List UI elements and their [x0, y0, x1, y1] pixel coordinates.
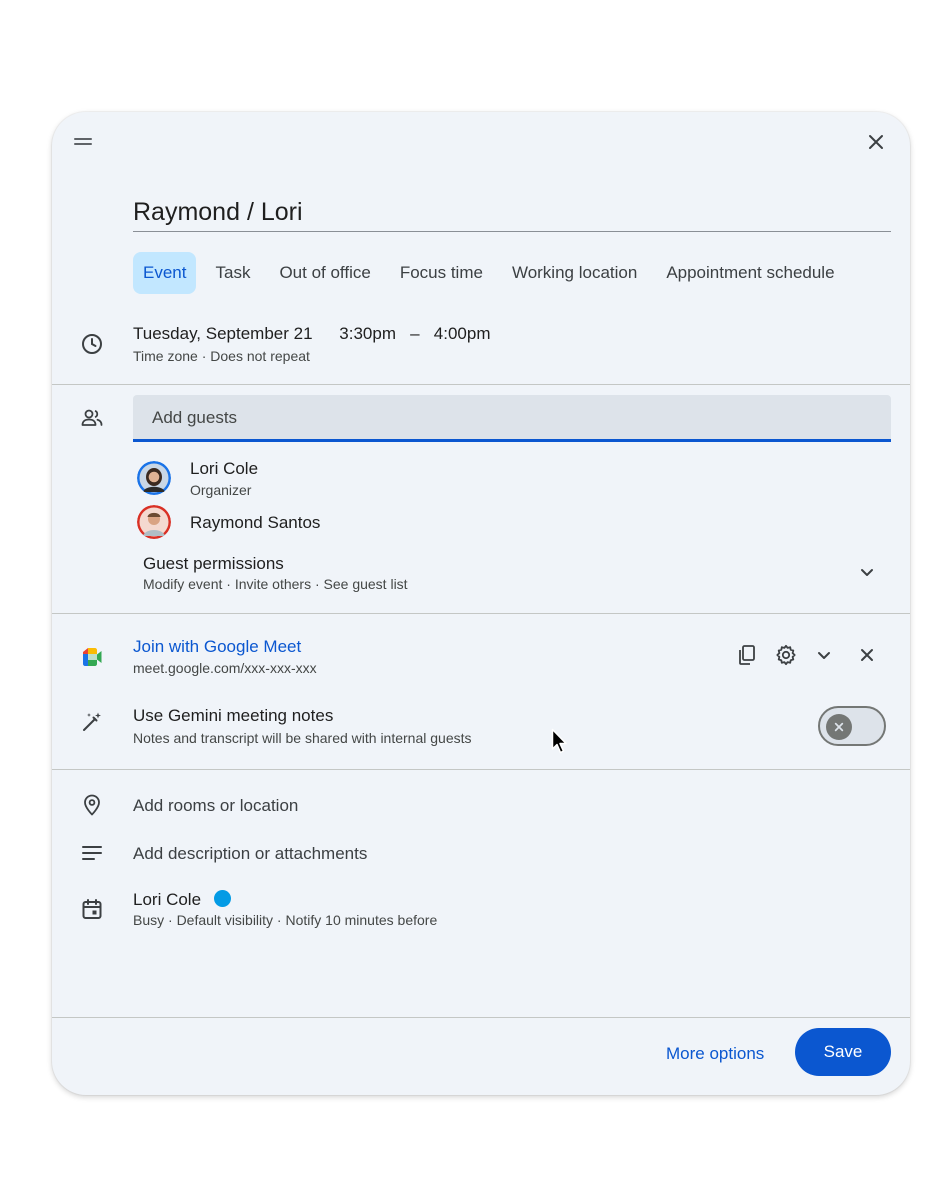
avatar	[137, 505, 171, 539]
add-location-input[interactable]: Add rooms or location	[133, 796, 298, 816]
tab-task[interactable]: Task	[205, 252, 260, 294]
divider	[52, 384, 910, 385]
close-icon[interactable]	[855, 643, 879, 667]
chevron-down-icon[interactable]	[812, 643, 836, 667]
google-meet-icon	[80, 645, 104, 669]
people-icon	[80, 406, 104, 430]
event-type-tabs: Event Task Out of office Focus time Work…	[133, 252, 854, 294]
guest-permissions-title[interactable]: Guest permissions	[143, 554, 284, 574]
timezone-recurrence[interactable]: Time zone · Does not repeat	[133, 348, 310, 364]
more-options-button[interactable]: More options	[652, 1034, 778, 1074]
save-button[interactable]: Save	[795, 1028, 891, 1076]
meet-url: meet.google.com/xxx-xxx-xxx	[133, 660, 317, 676]
avatar	[137, 461, 171, 495]
time-separator: –	[410, 324, 420, 343]
add-description-input[interactable]: Add description or attachments	[133, 844, 367, 864]
event-datetime[interactable]: Tuesday, September 21 3:30pm – 4:00pm	[133, 324, 491, 344]
calendar-icon	[80, 897, 104, 921]
calendar-owner[interactable]: Lori Cole	[133, 890, 231, 910]
notes-icon	[80, 841, 104, 865]
drag-handle-icon[interactable]	[74, 138, 92, 148]
guest-name: Lori Cole	[190, 459, 259, 478]
close-icon[interactable]	[864, 130, 888, 154]
guest-name: Raymond Santos	[190, 513, 321, 532]
clock-icon	[80, 332, 104, 356]
event-dialog: Raymond / Lori Event Task Out of office …	[52, 112, 910, 1095]
calendar-details[interactable]: Busy · Default visibility · Notify 10 mi…	[133, 912, 437, 928]
add-guests-input[interactable]: Add guests	[133, 395, 891, 442]
event-end-time[interactable]: 4:00pm	[434, 324, 491, 343]
divider	[52, 1017, 910, 1018]
tab-appointment-schedule[interactable]: Appointment schedule	[656, 252, 844, 294]
event-date[interactable]: Tuesday, September 21	[133, 324, 313, 343]
divider	[52, 769, 910, 770]
tab-event[interactable]: Event	[133, 252, 197, 294]
tab-working-location[interactable]: Working location	[502, 252, 647, 294]
calendar-color-dot[interactable]	[213, 890, 231, 907]
divider	[52, 613, 910, 614]
gemini-notes-details: Notes and transcript will be shared with…	[133, 730, 472, 746]
gemini-notes-title: Use Gemini meeting notes	[133, 706, 334, 725]
guest-permissions-details: Modify event · Invite others · See guest…	[143, 576, 408, 592]
event-title-input[interactable]: Raymond / Lori	[133, 196, 891, 232]
pen-sparkle-icon	[80, 710, 104, 734]
guest-role: Organizer	[190, 482, 252, 498]
tab-out-of-office[interactable]: Out of office	[269, 252, 380, 294]
toggle-off-icon	[826, 714, 852, 740]
location-pin-icon	[80, 793, 104, 817]
copy-icon[interactable]	[735, 643, 759, 667]
join-google-meet-link[interactable]: Join with Google Meet	[133, 637, 301, 657]
mouse-cursor-icon	[551, 728, 569, 756]
event-start-time[interactable]: 3:30pm	[339, 324, 396, 343]
gemini-notes-toggle[interactable]	[818, 706, 886, 746]
calendar-owner-name: Lori Cole	[133, 890, 202, 909]
gear-icon[interactable]	[774, 643, 798, 667]
tab-focus-time[interactable]: Focus time	[390, 252, 493, 294]
chevron-down-icon[interactable]	[855, 560, 879, 584]
